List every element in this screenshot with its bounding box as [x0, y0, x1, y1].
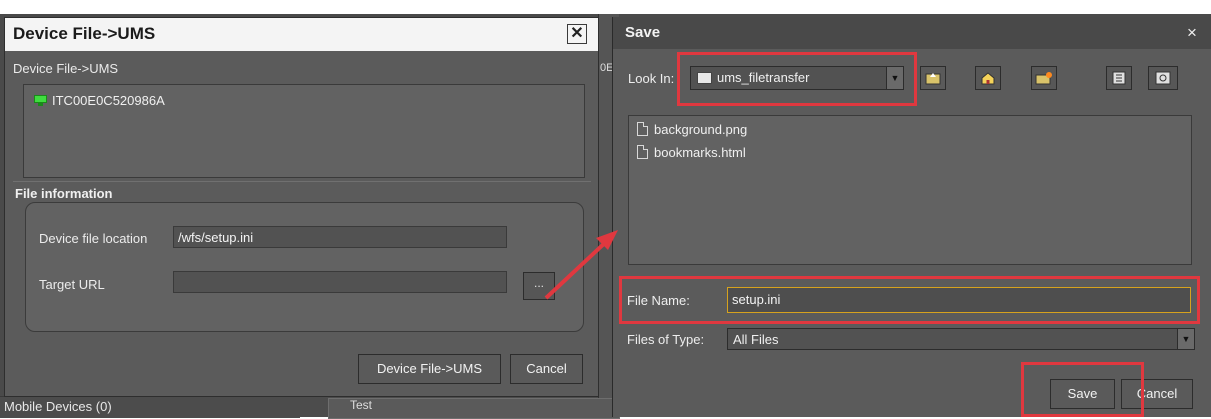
- file-information-group: [25, 202, 584, 332]
- device-name: ITC00E0C520986A: [52, 92, 165, 108]
- section-label: Device File->UMS: [13, 61, 119, 76]
- device-file-to-ums-button[interactable]: Device File->UMS: [358, 354, 501, 384]
- highlight-file-name: [619, 276, 1200, 324]
- monitor-icon: [34, 94, 47, 106]
- device-list: ITC00E0C520986A: [23, 84, 585, 178]
- browse-button[interactable]: ...: [523, 272, 555, 300]
- details-view-icon[interactable]: [1148, 66, 1178, 90]
- chevron-down-icon[interactable]: ▼: [1177, 329, 1194, 349]
- new-folder-icon[interactable]: [1031, 66, 1057, 90]
- file-icon: [637, 145, 648, 159]
- close-icon[interactable]: ✕: [567, 24, 587, 44]
- target-url-field[interactable]: [173, 271, 507, 293]
- dialog-title: Device File->UMS: [13, 24, 156, 43]
- close-icon[interactable]: ×: [1187, 23, 1197, 43]
- list-item[interactable]: bookmarks.html: [637, 143, 746, 161]
- device-list-item[interactable]: ITC00E0C520986A: [34, 92, 165, 108]
- look-in-label: Look In:: [628, 71, 675, 86]
- cancel-button[interactable]: Cancel: [510, 354, 583, 384]
- list-view-icon[interactable]: [1106, 66, 1132, 90]
- home-icon[interactable]: [975, 66, 1001, 90]
- file-name: background.png: [654, 121, 748, 137]
- device-file-location-field[interactable]: /wfs/setup.ini: [173, 226, 507, 248]
- save-dialog-title: Save: [625, 24, 661, 41]
- file-information-title: File information: [15, 186, 113, 201]
- highlight-save-button: [1021, 362, 1144, 417]
- files-of-type-label: Files of Type:: [627, 332, 705, 347]
- device-file-dialog: Device File->UMS ✕ Device File->UMS ITC0…: [4, 17, 599, 397]
- device-file-location-label: Device file location: [39, 231, 148, 246]
- save-dialog-titlebar: Save ×: [613, 17, 1211, 49]
- files-of-type-dropdown[interactable]: All Files ▼: [727, 328, 1195, 350]
- test-label: Test: [350, 398, 373, 412]
- device-file-dialog-titlebar: Device File->UMS ✕: [5, 18, 598, 51]
- section-divider: [13, 181, 591, 182]
- list-item[interactable]: background.png: [637, 120, 747, 138]
- highlight-look-in: [677, 52, 917, 106]
- file-icon: [637, 122, 648, 136]
- up-folder-icon[interactable]: [920, 66, 946, 90]
- target-url-label: Target URL: [39, 277, 105, 292]
- file-name: bookmarks.html: [654, 144, 746, 160]
- mobile-devices-label[interactable]: Mobile Devices (0): [4, 399, 112, 414]
- file-list: background.png bookmarks.html: [628, 115, 1192, 265]
- files-of-type-value: All Files: [733, 332, 779, 347]
- top-strip: [0, 0, 1211, 14]
